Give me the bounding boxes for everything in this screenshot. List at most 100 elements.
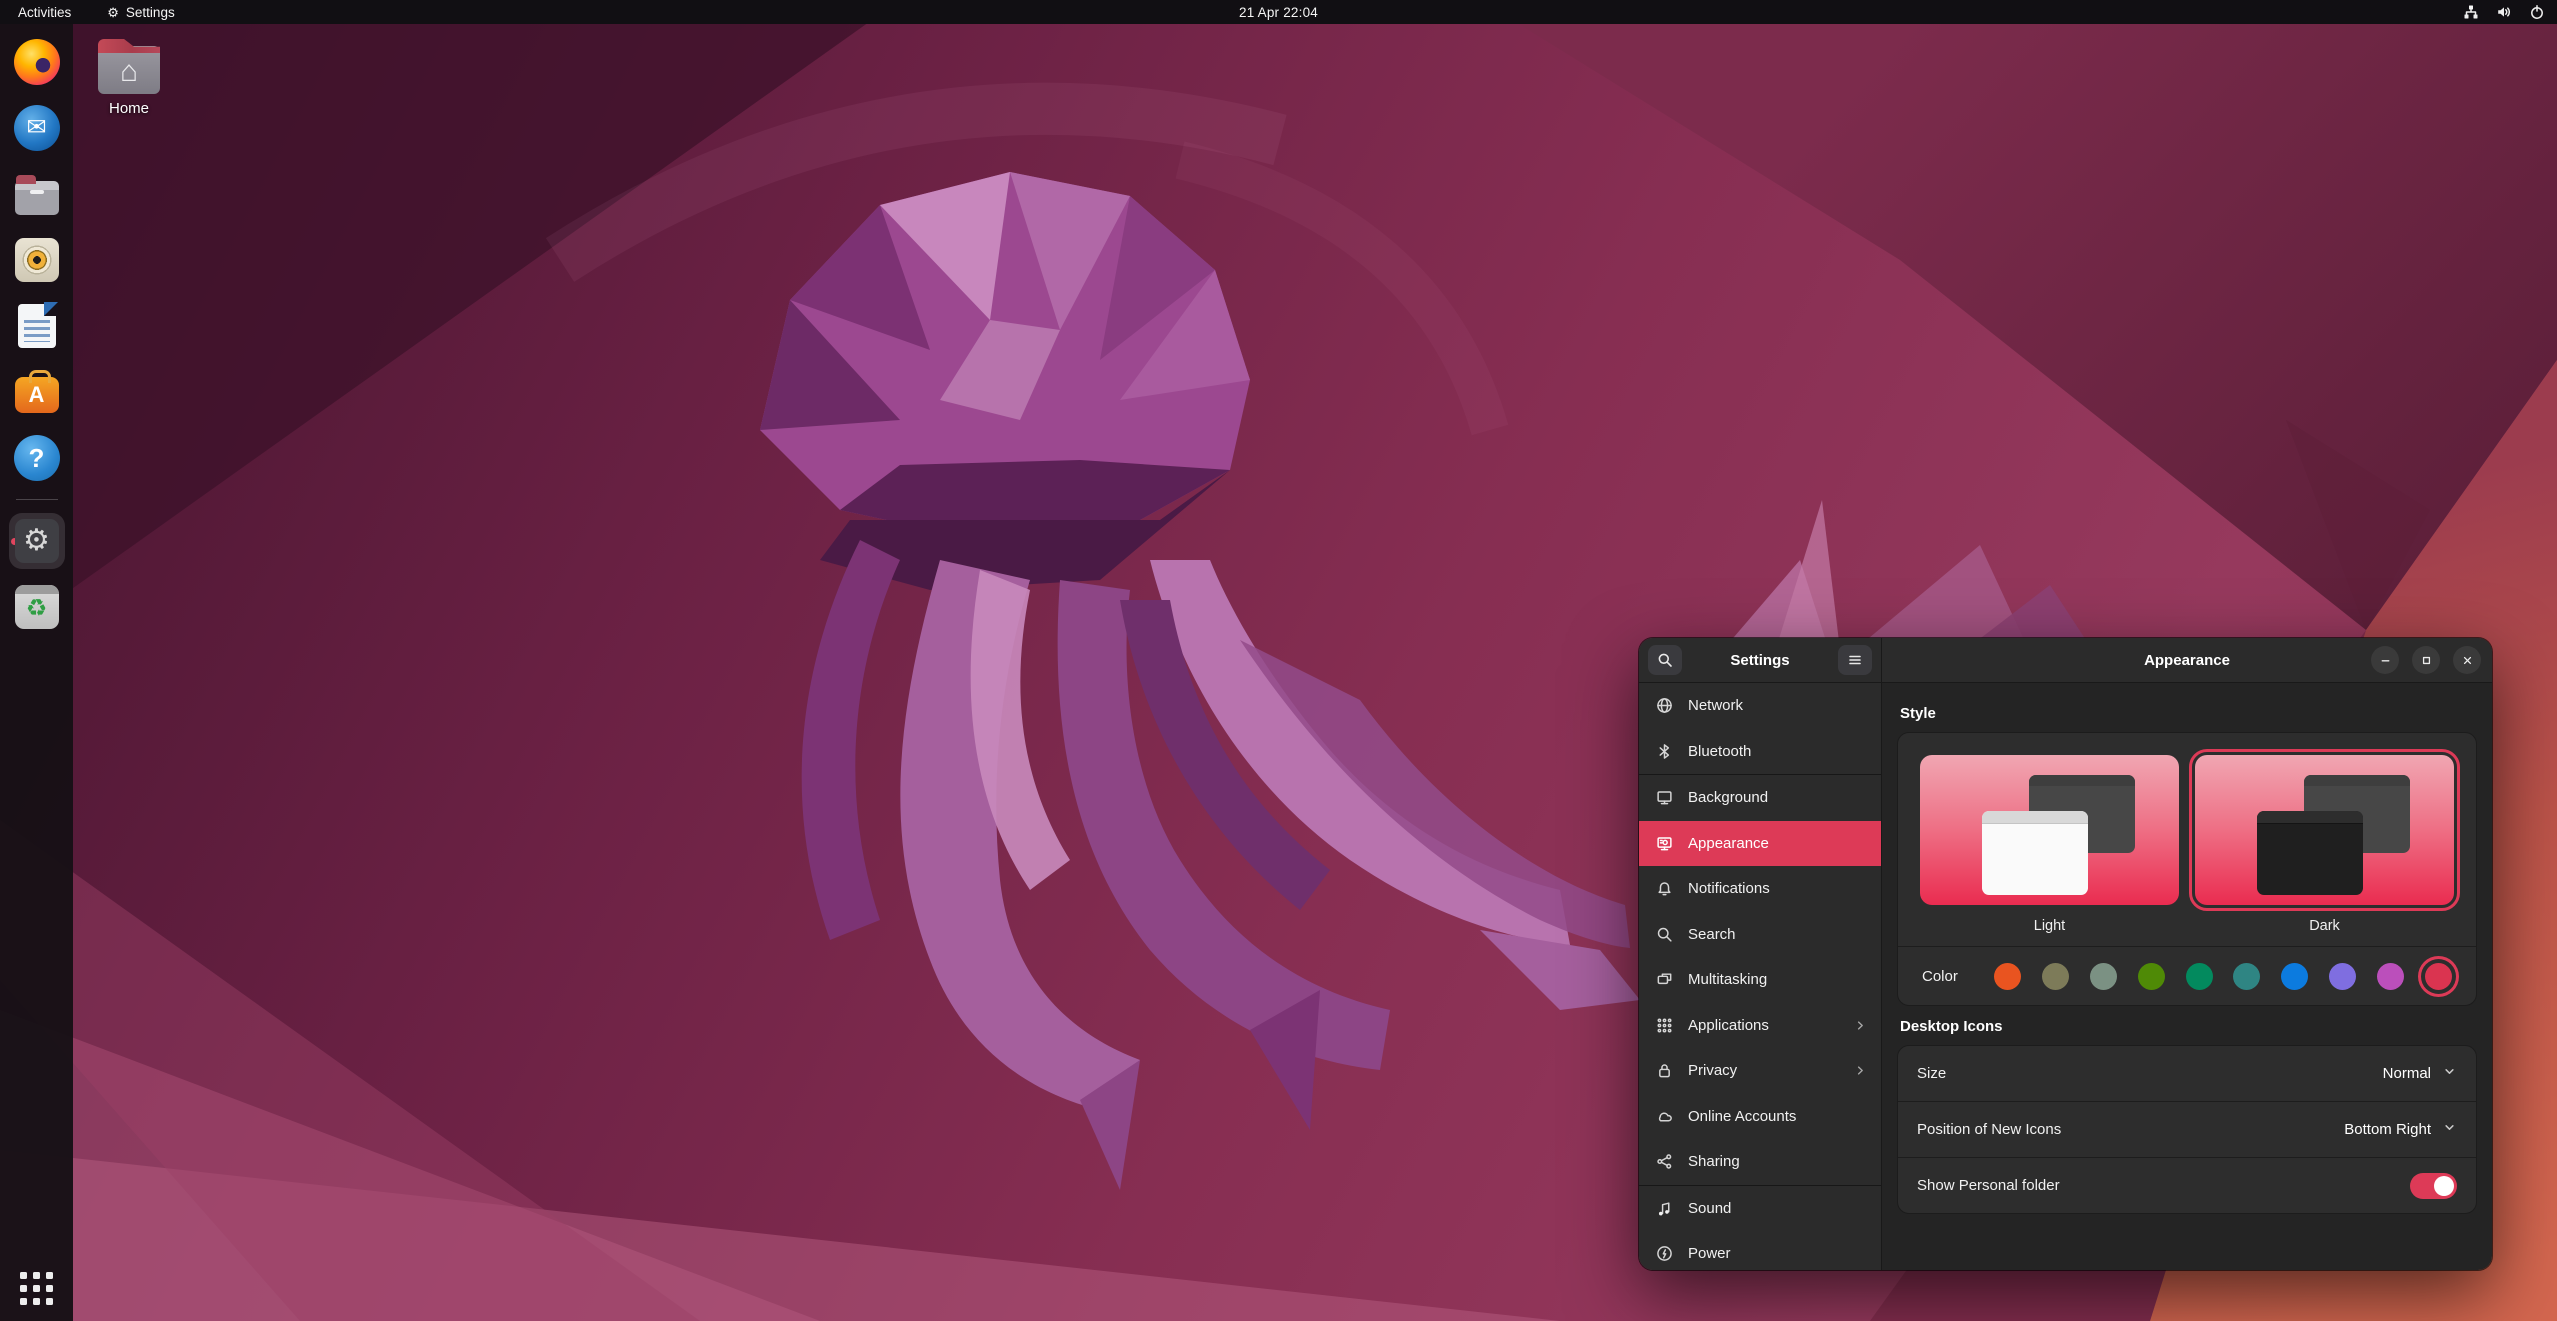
search-icon: [1656, 926, 1673, 943]
theme-option-light[interactable]: Light: [1920, 755, 2179, 934]
color-swatch-viridian[interactable]: [2185, 962, 2213, 990]
sidebar-item-bluetooth[interactable]: Bluetooth: [1639, 729, 1881, 775]
desktop-icon-home[interactable]: ⌂ Home: [94, 38, 164, 117]
menu-button[interactable]: [1838, 645, 1872, 675]
minimize-button[interactable]: [2371, 646, 2399, 674]
dropdown-value[interactable]: Normal: [2383, 1064, 2457, 1083]
home-folder-icon: ⌂: [98, 46, 160, 94]
sidebar-item-notifications[interactable]: Notifications: [1639, 866, 1881, 912]
color-swatch-blue[interactable]: [2281, 962, 2309, 990]
sidebar-item-sound[interactable]: Sound: [1639, 1186, 1881, 1232]
toggle-switch[interactable]: [2410, 1172, 2457, 1199]
home-label: Home: [108, 100, 149, 117]
dock-item-software-updater[interactable]: [9, 579, 65, 635]
page-title: Appearance: [2144, 651, 2230, 669]
display-icon: [1656, 789, 1673, 806]
chevron-down-icon: [2442, 1064, 2457, 1083]
lock-icon: [1656, 1062, 1673, 1079]
close-button[interactable]: [2453, 646, 2481, 674]
color-swatch-red[interactable]: [2424, 962, 2452, 990]
row-size[interactable]: Size Normal: [1898, 1046, 2476, 1101]
theme-option-dark[interactable]: Dark: [2189, 749, 2460, 934]
updater-icon: [14, 585, 59, 629]
app-menu-button[interactable]: ⚙ Settings: [107, 5, 174, 20]
house-glyph-icon: ⌂: [119, 55, 139, 88]
gear-icon: ⚙: [107, 4, 119, 20]
firefox-icon: [13, 39, 60, 85]
settings-icon: [14, 519, 59, 563]
rhythmbox-icon: [14, 238, 59, 282]
sidebar-item-search[interactable]: Search: [1639, 912, 1881, 958]
globe-icon: [1656, 697, 1673, 714]
theme-options: Light Dark: [1898, 733, 2476, 946]
power-icon: [1656, 1245, 1673, 1262]
appearance-panel: Appearance Style Light Dark Color Desktop…: [1881, 638, 2492, 1270]
color-swatch-olive[interactable]: [2137, 962, 2165, 990]
cloud-icon: [1656, 1108, 1673, 1125]
search-button[interactable]: [1648, 645, 1682, 675]
dock-item-help[interactable]: [9, 430, 65, 486]
ubuntu-desktop: Activities ⚙ Settings 21 Apr 22:04 ⌂ Hom…: [0, 0, 2557, 1321]
chevron-right-icon: [1853, 1063, 1881, 1078]
color-swatch-prussian-green[interactable]: [2233, 962, 2261, 990]
dock-separator: [15, 499, 58, 500]
appearance-content: Style Light Dark Color Desktop Icons Size…: [1882, 683, 2492, 1270]
dropdown-value[interactable]: Bottom Right: [2344, 1120, 2457, 1139]
color-swatch-magenta[interactable]: [2377, 962, 2404, 990]
dock-item-rhythmbox[interactable]: [9, 232, 65, 288]
main-header: Appearance: [1882, 638, 2492, 683]
sidebar-item-network[interactable]: Network: [1639, 683, 1881, 729]
sidebar-item-sharing[interactable]: Sharing: [1639, 1139, 1881, 1185]
color-swatch-orange[interactable]: [1994, 962, 2021, 990]
writer-icon: [17, 304, 56, 348]
show-applications-button[interactable]: [20, 1272, 53, 1305]
help-icon: [13, 435, 60, 481]
chevron-down-icon: [2442, 1120, 2457, 1139]
sidebar-list: Network Bluetooth Background Appearance Noti…: [1639, 683, 1881, 1270]
window-controls: [2371, 638, 2481, 682]
dock-item-ubuntu-software[interactable]: [9, 364, 65, 420]
sidebar-item-applications[interactable]: Applications: [1639, 1003, 1881, 1049]
sidebar-item-background[interactable]: Background: [1639, 775, 1881, 821]
color-swatch-purple[interactable]: [2329, 962, 2357, 990]
top-bar: Activities ⚙ Settings 21 Apr 22:04: [0, 0, 2557, 24]
wired-network-icon: [2463, 4, 2479, 20]
power-icon: [2529, 4, 2545, 20]
maximize-button[interactable]: [2412, 646, 2440, 674]
accent-color-row: Color: [1898, 946, 2476, 1005]
clock[interactable]: 21 Apr 22:04: [1239, 5, 1318, 20]
dock-item-files[interactable]: [9, 166, 65, 222]
sidebar-item-appearance[interactable]: Appearance: [1639, 820, 1881, 866]
color-swatches: [1994, 962, 2452, 990]
activities-button[interactable]: Activities: [18, 5, 71, 20]
desktop-icons-heading: Desktop Icons: [1900, 1018, 2003, 1035]
style-card: Light Dark Color: [1897, 732, 2477, 1006]
volume-icon: [2496, 4, 2512, 20]
multitask-icon: [1656, 971, 1673, 988]
dock-item-thunderbird[interactable]: [9, 100, 65, 156]
style-heading: Style: [1900, 705, 1936, 722]
dock-item-libreoffice-writer[interactable]: [9, 298, 65, 354]
dock-item-firefox[interactable]: [9, 34, 65, 90]
settings-window: Settings Network Bluetooth Background Appea…: [1639, 638, 2492, 1270]
bluetooth-icon: [1656, 743, 1673, 760]
color-swatch-sage[interactable]: [2089, 962, 2117, 990]
dock-items: [8, 34, 65, 635]
note-icon: [1656, 1200, 1673, 1217]
row-show-personal-folder[interactable]: Show Personal folder: [1898, 1157, 2476, 1213]
theme-preview: [1920, 755, 2179, 905]
system-tray[interactable]: [2463, 4, 2557, 20]
desktop-icons-card: Size Normal Position of New Icons Bottom Ri…: [1897, 1045, 2477, 1214]
dock-item-settings[interactable]: [8, 513, 65, 569]
row-position-of-new-icons[interactable]: Position of New Icons Bottom Right: [1898, 1101, 2476, 1157]
theme-label: Dark: [2309, 918, 2340, 934]
dock: [0, 24, 73, 1321]
files-icon: [14, 175, 59, 215]
color-label: Color: [1922, 967, 1958, 985]
color-swatch-bark[interactable]: [2041, 962, 2069, 990]
sidebar-item-online-accounts[interactable]: Online Accounts: [1639, 1094, 1881, 1140]
sidebar-item-privacy[interactable]: Privacy: [1639, 1048, 1881, 1094]
settings-sidebar: Settings Network Bluetooth Background Appea…: [1639, 638, 1881, 1270]
sidebar-item-power[interactable]: Power: [1639, 1231, 1881, 1270]
sidebar-item-multitasking[interactable]: Multitasking: [1639, 957, 1881, 1003]
